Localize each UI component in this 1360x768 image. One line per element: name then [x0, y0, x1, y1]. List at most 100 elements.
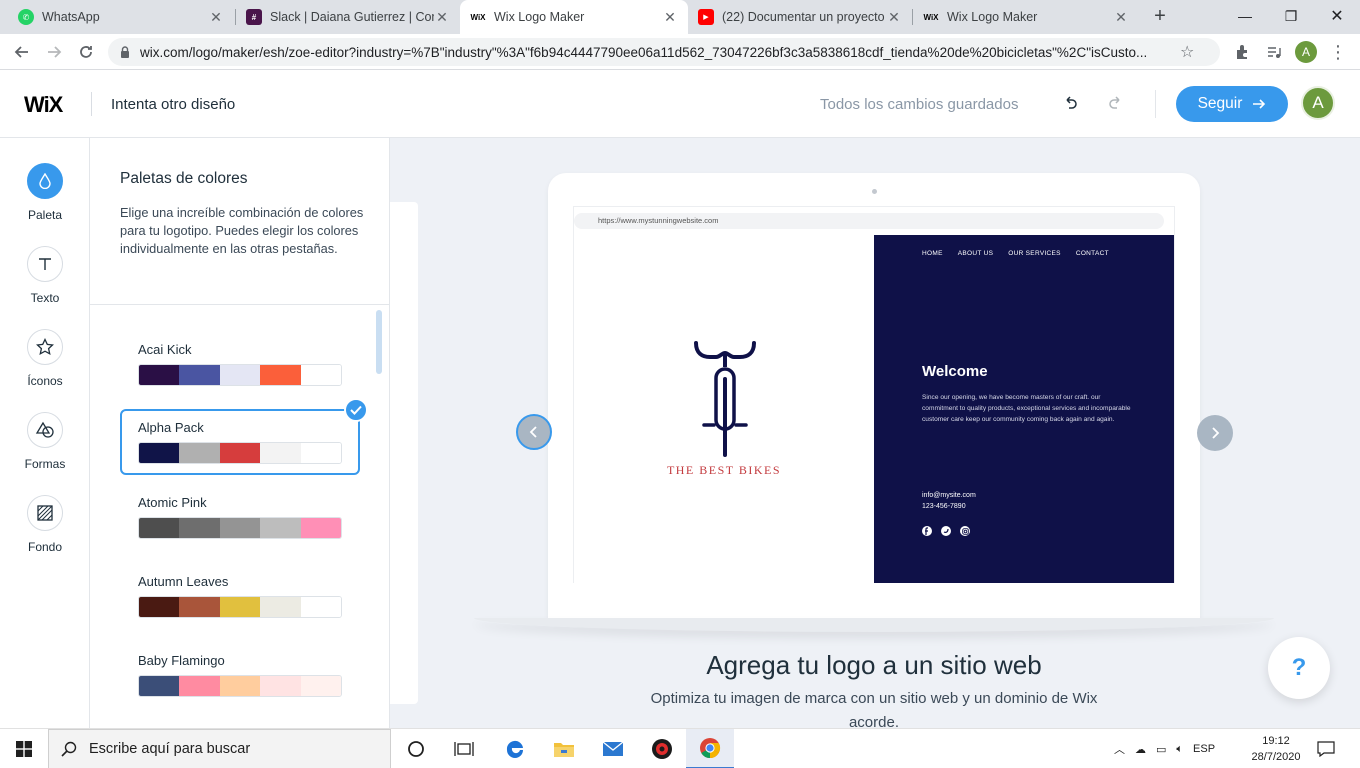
close-icon[interactable]: ✕: [434, 9, 450, 26]
chrome-icon[interactable]: [686, 729, 734, 768]
bookmark-star-icon[interactable]: ☆: [1180, 42, 1194, 62]
palette-swatches: [138, 596, 342, 618]
color-swatch: [139, 518, 180, 538]
color-swatch: [179, 676, 220, 696]
next-design-button[interactable]: [1197, 415, 1233, 451]
help-button[interactable]: ?: [1268, 637, 1330, 699]
mail-icon[interactable]: [589, 729, 637, 768]
tab-wix-logo-maker[interactable]: WiX Wix Logo Maker ✕: [913, 0, 1139, 34]
palette-swatches: [138, 675, 342, 697]
cortana-icon[interactable]: [392, 729, 440, 768]
search-placeholder: Escribe aquí para buscar: [89, 741, 251, 757]
taskbar-search-input[interactable]: Escribe aquí para buscar: [48, 729, 391, 768]
youtube-icon: ▶: [698, 9, 714, 25]
droplet-icon: [27, 163, 63, 199]
rail-item-paleta[interactable]: Paleta: [0, 163, 90, 222]
palette-name: Atomic Pink: [138, 495, 207, 510]
tab-title: Wix Logo Maker: [494, 10, 585, 24]
task-view-icon[interactable]: [440, 729, 488, 768]
palette-option-autumn-leaves[interactable]: Autumn Leaves: [138, 574, 342, 618]
close-icon[interactable]: ✕: [886, 9, 902, 26]
wix-logo[interactable]: WiX: [24, 92, 63, 118]
rail-label: Texto: [30, 291, 60, 305]
address-bar[interactable]: wix.com/logo/maker/esh/zoe-editor?indust…: [108, 38, 1220, 66]
back-arrow-icon[interactable]: [10, 40, 34, 64]
previous-design-button[interactable]: [516, 414, 552, 450]
volume-icon[interactable]: 🔈︎: [1176, 743, 1183, 756]
panel-scrollbar[interactable]: [376, 310, 382, 374]
minimize-button[interactable]: —: [1222, 0, 1268, 32]
continue-button[interactable]: Seguir: [1176, 86, 1288, 122]
undo-icon[interactable]: [1058, 92, 1082, 116]
rail-item-texto[interactable]: Texto: [0, 246, 90, 305]
game-app-icon[interactable]: [638, 729, 686, 768]
user-avatar[interactable]: A: [1301, 86, 1335, 120]
color-swatch: [260, 443, 301, 463]
close-icon[interactable]: ✕: [1113, 9, 1129, 26]
rail-label: Paleta: [27, 208, 63, 222]
profile-avatar[interactable]: A: [1295, 41, 1317, 63]
cta-title-text: Agrega tu logo a un sitio web: [706, 650, 1042, 680]
close-icon[interactable]: ✕: [208, 9, 224, 26]
palette-option-acai-kick[interactable]: Acai Kick: [138, 342, 342, 386]
color-swatch: [260, 365, 301, 385]
social-links: [922, 526, 970, 536]
language-indicator[interactable]: ESP: [1193, 743, 1215, 755]
chevron-right-icon: [1212, 427, 1220, 439]
restore-button[interactable]: ❐: [1268, 0, 1314, 32]
tab-wix-logo-maker-active[interactable]: WiX Wix Logo Maker ✕: [460, 0, 688, 34]
tab-title: WhatsApp: [42, 10, 100, 24]
clock-date: 28/7/2020: [1251, 751, 1301, 763]
palette-name: Autumn Leaves: [138, 574, 229, 589]
rail-item-formas[interactable]: Formas: [0, 412, 90, 471]
forward-arrow-icon[interactable]: [42, 40, 66, 64]
try-other-design-link[interactable]: Intenta otro diseño: [111, 96, 235, 113]
previous-preview-card: [390, 202, 418, 704]
brand-name: THE BEST BIKES: [666, 463, 782, 477]
welcome-body: Since our opening, we have become master…: [922, 394, 1131, 423]
media-control-icon[interactable]: [1262, 40, 1286, 64]
cloud-icon[interactable]: ☁: [1135, 743, 1146, 756]
tab-youtube[interactable]: ▶ (22) Documentar un proyecto ✕: [688, 0, 912, 34]
color-swatch: [139, 443, 180, 463]
menu-kebab-icon[interactable]: ⋮: [1326, 40, 1350, 64]
tab-title: (22) Documentar un proyecto: [722, 10, 885, 24]
rail-item-fondo[interactable]: Fondo: [0, 495, 90, 554]
notification-icon[interactable]: [1314, 737, 1338, 761]
color-swatch: [219, 365, 261, 385]
windows-taskbar: Escribe aquí para buscar ︿ ☁ ▭ 🔈︎ ESP 19…: [0, 728, 1360, 768]
edge-browser-icon[interactable]: [491, 729, 539, 768]
redo-icon[interactable]: [1104, 92, 1128, 116]
tab-slack[interactable]: # Slack | Daiana Gutierrez | Comu ✕: [236, 0, 460, 34]
extensions-icon[interactable]: [1230, 40, 1254, 64]
file-explorer-icon[interactable]: [540, 729, 588, 768]
mock-site-nav: HOME ABOUT US OUR SERVICES CONTACT: [922, 250, 1109, 257]
palette-option-alpha-pack[interactable]: Alpha Pack: [138, 420, 342, 464]
panel-divider: [90, 304, 389, 305]
mock-phone: 123-456-7890: [922, 503, 966, 510]
laptop-mockup: https://www.mystunningwebsite.com THE BE…: [548, 173, 1200, 619]
system-tray: ︿ ☁ ▭ 🔈︎ ESP: [1114, 729, 1215, 768]
color-swatch: [179, 597, 220, 617]
tab-whatsapp[interactable]: ✆ WhatsApp ✕: [8, 0, 234, 34]
system-clock[interactable]: 19:12 28/7/2020: [1248, 733, 1304, 765]
new-tab-button[interactable]: +: [1150, 6, 1170, 26]
color-swatch: [179, 443, 220, 463]
text-icon: [27, 246, 63, 282]
rail-label: Íconos: [27, 374, 63, 388]
tab-title: Slack | Daiana Gutierrez | Comu: [270, 10, 434, 24]
rail-item-iconos[interactable]: Íconos: [0, 329, 90, 388]
palette-swatches: [138, 364, 342, 386]
close-window-button[interactable]: ✕: [1314, 0, 1360, 32]
network-icon[interactable]: ▭: [1156, 743, 1166, 756]
close-icon[interactable]: ✕: [662, 9, 678, 26]
color-swatch: [300, 597, 341, 617]
mock-nav-about: ABOUT US: [957, 250, 994, 257]
windows-start-icon[interactable]: [0, 729, 48, 768]
chevron-up-icon[interactable]: ︿: [1114, 741, 1125, 757]
palette-option-baby-flamingo[interactable]: Baby Flamingo: [138, 653, 342, 697]
palette-option-atomic-pink[interactable]: Atomic Pink: [138, 495, 342, 539]
welcome-heading: Welcome: [922, 363, 988, 380]
mock-contact: info@mysite.com 123-456-7890: [922, 490, 976, 512]
reload-icon[interactable]: [74, 40, 98, 64]
